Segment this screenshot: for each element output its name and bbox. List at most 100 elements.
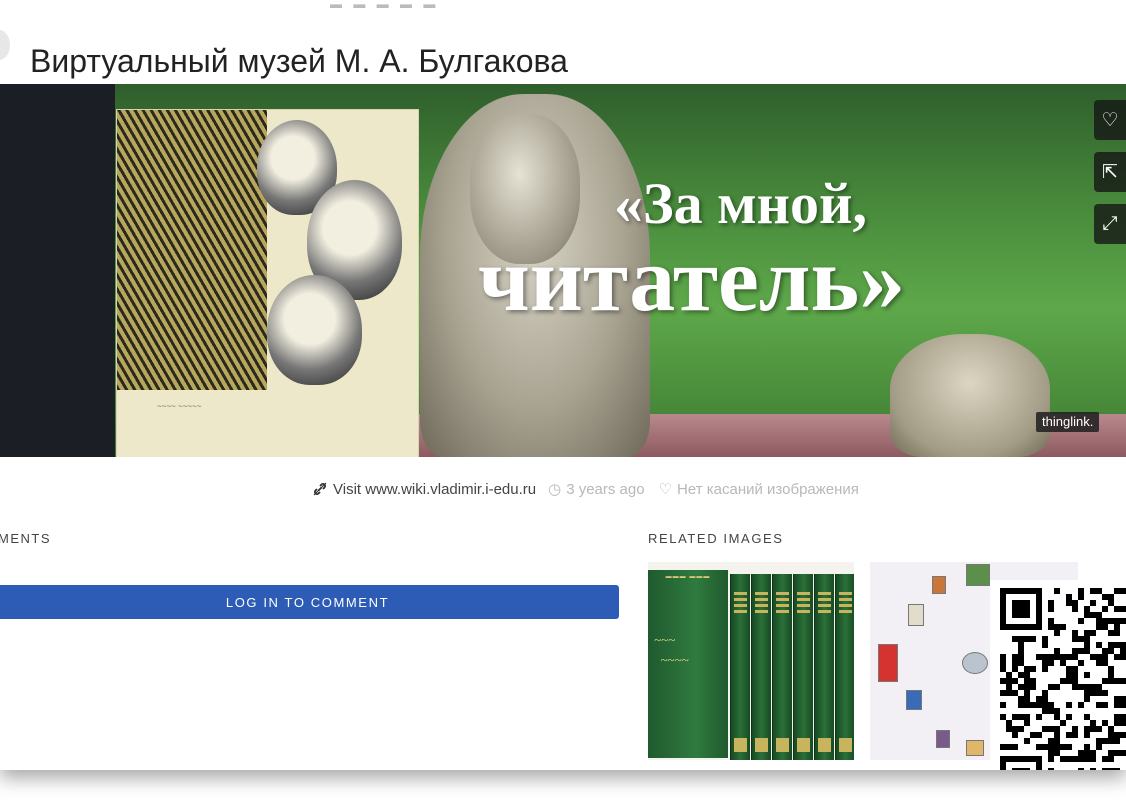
qr-module [1072, 606, 1078, 612]
qr-module [1066, 702, 1072, 708]
qr-module [1030, 666, 1036, 672]
qr-module [1030, 636, 1036, 642]
qr-module [1036, 756, 1042, 770]
book-spine [814, 574, 834, 760]
book-spine [751, 574, 771, 760]
qr-module [1012, 744, 1018, 750]
qr-module [1012, 600, 1030, 618]
qr-module [1054, 630, 1060, 636]
qr-module [1090, 630, 1096, 636]
fullscreen-icon: ⤢ [1102, 213, 1118, 234]
hero-dark-panel [0, 84, 115, 457]
image-meta: Visit www.wiki.vladimir.i-edu.ru ◷ 3 yea… [312, 478, 859, 500]
link-icon [313, 482, 327, 496]
qr-module [1090, 768, 1096, 770]
visit-link-label: Visit www.wiki.vladimir.i-edu.ru [333, 480, 537, 498]
qr-module [1084, 696, 1090, 702]
avatar[interactable] [0, 30, 10, 60]
related-image-books[interactable]: ▬▬▬ ▬▬▬ ~~~ ~~~~ [648, 562, 854, 760]
stamp [932, 576, 946, 594]
qr-module [1078, 702, 1084, 708]
qr-module [1048, 660, 1054, 666]
heart-outline-icon: ♡ [658, 481, 673, 498]
qr-module [1036, 588, 1042, 630]
qr-module [1084, 672, 1090, 678]
login-to-comment-button[interactable]: LOG IN TO COMMENT [0, 585, 619, 619]
stamp [966, 740, 984, 756]
stamp [878, 644, 898, 682]
share-button[interactable]: ⇱ [1094, 152, 1126, 192]
like-button[interactable]: ♡ [1094, 100, 1126, 140]
qr-module [1120, 720, 1126, 726]
qr-module [1078, 768, 1084, 770]
qr-module [1120, 618, 1126, 624]
qr-module [1054, 588, 1060, 594]
book-spine [835, 574, 854, 760]
qr-module [1120, 654, 1126, 660]
qr-module [1120, 750, 1126, 756]
thinglink-watermark[interactable]: thinglink. [1036, 412, 1100, 432]
related-images-heading: RELATED IMAGES [648, 531, 784, 546]
qr-module [1000, 756, 1006, 770]
sketch-portrait-artwork: ~~~~ ~~~~~ [116, 109, 419, 457]
qr-module [1090, 600, 1096, 606]
qr-module [1036, 714, 1042, 720]
qr-module [1012, 768, 1030, 770]
qr-module [1114, 630, 1120, 636]
stamp [906, 690, 922, 710]
qr-module [1048, 756, 1054, 762]
qr-module [1102, 690, 1108, 696]
qr-module [1042, 642, 1048, 648]
sketch-face [267, 275, 362, 385]
book-cover: ▬▬▬ ▬▬▬ ~~~ ~~~~ [648, 570, 728, 758]
stamp [962, 652, 988, 674]
qr-module [1024, 720, 1030, 726]
book-cover-header: ▬▬▬ ▬▬▬ [665, 574, 711, 580]
cat-statue [890, 334, 1050, 457]
qr-module [1066, 714, 1072, 720]
qr-module [1042, 666, 1048, 672]
qr-code [990, 580, 1126, 770]
qr-module [1120, 732, 1126, 738]
timestamp: ◷ 3 years ago [548, 480, 645, 499]
taps-label: Нет касаний изображения [677, 480, 859, 498]
qr-module [1102, 702, 1108, 708]
qr-module [1072, 732, 1078, 738]
qr-module [1000, 588, 1006, 630]
book-cover-script: ~~~ ~~~~ [654, 632, 689, 667]
cropped-header-text: ▬ ▬ ▬ ▬ ▬ [330, 0, 440, 8]
book-spine [772, 574, 792, 760]
qr-module [1036, 732, 1042, 738]
qr-module [1078, 618, 1084, 624]
taps-count: ♡ Нет касаний изображения [658, 480, 859, 499]
qr-module [1060, 720, 1066, 726]
stamp [966, 564, 990, 586]
visit-link[interactable]: Visit www.wiki.vladimir.i-edu.ru [312, 481, 536, 498]
qr-module [1018, 726, 1024, 732]
qr-module [1054, 684, 1060, 690]
qr-module [1096, 744, 1102, 750]
timestamp-label: 3 years ago [566, 480, 645, 498]
qr-module [1114, 768, 1120, 770]
qr-module [1066, 744, 1072, 750]
qr-module [1096, 726, 1102, 732]
qr-module [1120, 606, 1126, 612]
qr-module [1078, 660, 1084, 666]
qr-module [1120, 588, 1126, 594]
heart-icon: ♡ [1101, 109, 1119, 131]
qr-module [1102, 606, 1108, 612]
qr-module [1048, 606, 1054, 612]
hero-quote-line-2: читатель» [478, 228, 906, 330]
qr-module [1090, 756, 1096, 762]
qr-module [1012, 732, 1018, 738]
qr-code-pattern [1000, 588, 1126, 770]
hero-image[interactable]: ~~~~ ~~~~~ «За мной, читатель» thinglink… [0, 84, 1126, 457]
qr-module [1114, 738, 1120, 744]
book-spine [730, 574, 750, 760]
page-frame: ▬ ▬ ▬ ▬ ▬ Виртуальный музей М. А. Булгак… [0, 0, 1126, 770]
fullscreen-button[interactable]: ⤢ [1094, 204, 1126, 244]
sketch-signature: ~~~~ ~~~~~ [157, 402, 202, 411]
comments-heading: MENTS [0, 531, 51, 546]
qr-module [1000, 702, 1006, 708]
share-icon: ⇱ [1102, 161, 1118, 183]
